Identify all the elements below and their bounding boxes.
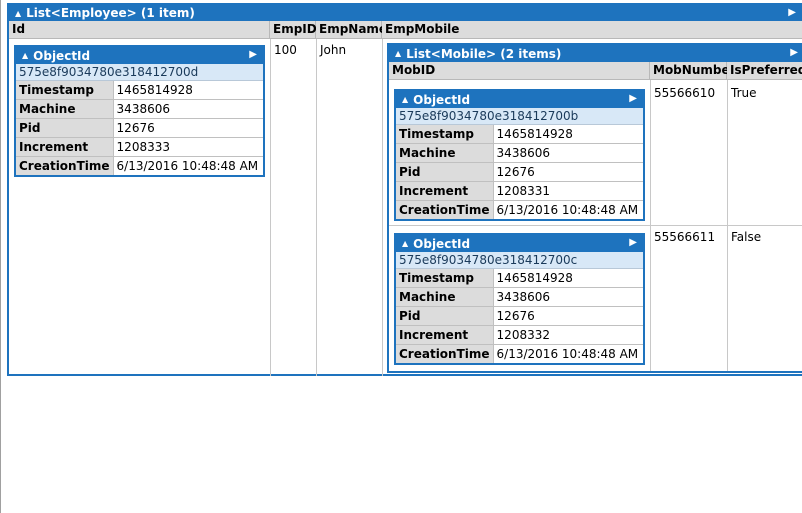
field-value: 1465814928 [112, 81, 263, 100]
column-divider [270, 39, 271, 376]
table-row: Machine 3438606 [16, 99, 263, 119]
employee-list-title: List<Employee> (1 item) [26, 6, 195, 20]
field-value: 12676 [112, 118, 263, 138]
column-header-empname[interactable]: EmpName [316, 21, 387, 39]
objectid-header[interactable]: ▲ ObjectId ▶ [396, 91, 643, 108]
field-value: 1208331 [492, 181, 643, 201]
field-key: Timestamp [396, 125, 494, 144]
column-header-mobid[interactable]: MobID [389, 62, 650, 80]
table-row: CreationTime 6/13/2016 10:48:48 AM [396, 344, 643, 363]
field-value: 6/13/2016 10:48:48 AM [492, 200, 643, 219]
mobile-list-title: List<Mobile> (2 items) [406, 46, 562, 61]
expand-icon[interactable]: ▶ [790, 47, 798, 58]
field-key: Timestamp [16, 81, 114, 100]
ispreferred-value: False [731, 230, 762, 244]
field-value: 1208332 [492, 325, 643, 345]
column-header-empmobile[interactable]: EmpMobile [382, 21, 802, 39]
field-key: Pid [16, 118, 114, 138]
objectid-value: 575e8f9034780e318412700b [396, 108, 643, 125]
table-row: Increment 1208332 [396, 325, 643, 345]
table-row: Pid 12676 [16, 118, 263, 138]
table-row: Machine 3438606 [396, 143, 643, 163]
table-row: CreationTime 6/13/2016 10:48:48 AM [16, 156, 263, 175]
employee-objectid-table: ▲ ObjectId ▶ 575e8f9034780e318412700d Ti… [14, 45, 265, 177]
column-header-empid[interactable]: EmpID [270, 21, 317, 39]
mobile-objectid-table: ▲ ObjectId ▶ 575e8f9034780e318412700c Ti… [394, 233, 645, 365]
mobnumber-value: 55566611 [654, 230, 716, 244]
collapse-icon[interactable]: ▲ [402, 239, 408, 248]
objectid-value: 575e8f9034780e318412700d [16, 64, 263, 81]
field-key: Timestamp [396, 269, 494, 288]
table-row: Machine 3438606 [396, 287, 643, 307]
mobile-objectid-table: ▲ ObjectId ▶ 575e8f9034780e318412700b Ti… [394, 89, 645, 221]
table-row: Pid 12676 [396, 306, 643, 326]
field-value: 6/13/2016 10:48:48 AM [492, 344, 643, 363]
collapse-icon[interactable]: ▲ [22, 51, 28, 60]
objectid-header[interactable]: ▲ ObjectId ▶ [396, 235, 643, 252]
objectid-value: 575e8f9034780e318412700c [396, 252, 643, 269]
field-value: 1465814928 [492, 125, 643, 144]
field-key: CreationTime [16, 156, 114, 175]
column-header-mobnumber[interactable]: MobNumber [650, 62, 736, 80]
ispreferred-value: True [731, 86, 757, 100]
field-key: Machine [16, 99, 114, 119]
field-value: 1208333 [112, 137, 263, 157]
row-divider [389, 225, 802, 226]
objectid-header[interactable]: ▲ ObjectId ▶ [16, 47, 263, 64]
collapse-icon[interactable]: ▲ [402, 95, 408, 104]
column-header-id[interactable]: Id [9, 21, 270, 39]
field-key: Pid [396, 306, 494, 326]
field-value: 12676 [492, 162, 643, 182]
collapse-icon[interactable]: ▲ [395, 49, 401, 58]
field-value: 1465814928 [492, 269, 643, 288]
field-key: Increment [396, 181, 494, 201]
field-key: Increment [16, 137, 114, 157]
table-row: Pid 12676 [396, 162, 643, 182]
field-value: 3438606 [112, 99, 263, 119]
expand-icon[interactable]: ▶ [629, 237, 637, 248]
employee-list-header[interactable]: ▲ List<Employee> (1 item) ▶ [9, 5, 802, 21]
mobile-list-panel: ▲ List<Mobile> (2 items) ▶ MobID MobNumb… [387, 43, 802, 373]
employee-list-panel: ▲ List<Employee> (1 item) ▶ Id EmpID Emp… [7, 3, 802, 376]
mobile-list-header[interactable]: ▲ List<Mobile> (2 items) ▶ [389, 45, 802, 62]
field-value: 12676 [492, 306, 643, 326]
field-key: CreationTime [396, 344, 494, 363]
table-row: CreationTime 6/13/2016 10:48:48 AM [396, 200, 643, 219]
expand-icon[interactable]: ▶ [788, 7, 796, 18]
field-key: Machine [396, 143, 494, 163]
table-row: Timestamp 1465814928 [16, 81, 263, 100]
objectid-title: ObjectId [413, 92, 471, 107]
field-key: CreationTime [396, 200, 494, 219]
table-row: Increment 1208333 [16, 137, 263, 157]
empname-value: John [320, 43, 347, 57]
field-key: Pid [396, 162, 494, 182]
expand-icon[interactable]: ▶ [249, 49, 257, 60]
collapse-icon[interactable]: ▲ [15, 9, 21, 18]
column-divider [382, 39, 383, 376]
column-divider [316, 39, 317, 376]
objectid-fields: Timestamp 1465814928 Machine 3438606 Pid 12… [396, 125, 643, 219]
empid-value: 100 [274, 43, 297, 57]
field-value: 3438606 [492, 287, 643, 307]
expand-icon[interactable]: ▶ [629, 93, 637, 104]
objectid-fields: Timestamp 1465814928 Machine 3438606 Pid 12… [396, 269, 643, 363]
window-edge [0, 0, 1, 513]
objectid-title: ObjectId [33, 48, 91, 63]
column-header-ispreferred[interactable]: IsPreferred [727, 62, 802, 80]
table-row: Timestamp 1465814928 [396, 125, 643, 144]
objectid-title: ObjectId [413, 236, 471, 251]
objectid-fields: Timestamp 1465814928 Machine 3438606 Pid 12… [16, 81, 263, 175]
mobnumber-value: 55566610 [654, 86, 716, 100]
field-value: 3438606 [492, 143, 643, 163]
table-row: Increment 1208331 [396, 181, 643, 201]
field-key: Increment [396, 325, 494, 345]
field-key: Machine [396, 287, 494, 307]
table-row: Timestamp 1465814928 [396, 269, 643, 288]
field-value: 6/13/2016 10:48:48 AM [112, 156, 263, 175]
